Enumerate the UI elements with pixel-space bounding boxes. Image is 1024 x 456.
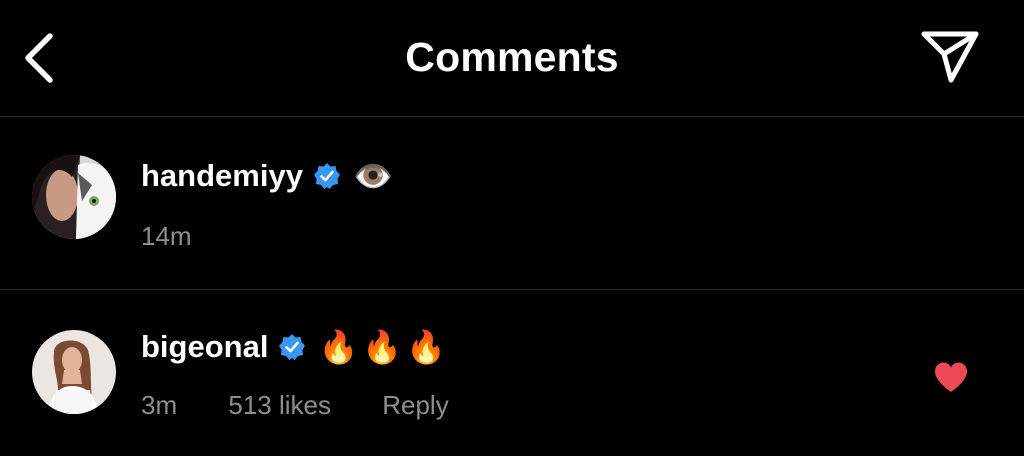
- comment-line: bigeonal 🔥🔥🔥: [141, 328, 450, 366]
- comment-item: bigeonal 🔥🔥🔥 3m 513 likes Reply: [0, 290, 1024, 456]
- header-bar: Comments: [0, 0, 1024, 116]
- comment-item: handemiyy 👁️ 14m: [0, 117, 1024, 289]
- comment-meta: 3m 513 likes Reply: [141, 390, 449, 421]
- avatar[interactable]: [32, 330, 116, 414]
- like-button[interactable]: [932, 360, 970, 394]
- share-button[interactable]: [918, 28, 982, 86]
- comment-text: 👁️: [352, 158, 397, 194]
- comment-line: handemiyy 👁️: [141, 157, 397, 195]
- reply-button[interactable]: Reply: [382, 390, 448, 421]
- comment-timestamp: 3m: [141, 390, 178, 420]
- verified-badge-icon: [313, 162, 341, 190]
- page-title: Comments: [405, 34, 619, 80]
- comment-username[interactable]: bigeonal: [141, 329, 268, 365]
- send-icon: [921, 31, 979, 83]
- avatar[interactable]: [32, 155, 116, 239]
- comment-meta: 14m: [141, 221, 192, 252]
- verified-badge-icon: [278, 333, 306, 361]
- comment-text: 🔥🔥🔥: [318, 329, 450, 365]
- comment-timestamp: 14m: [141, 221, 192, 251]
- heart-icon: [935, 362, 967, 392]
- likes-count-link[interactable]: 513 likes: [228, 390, 331, 421]
- comment-username[interactable]: handemiyy: [141, 158, 303, 194]
